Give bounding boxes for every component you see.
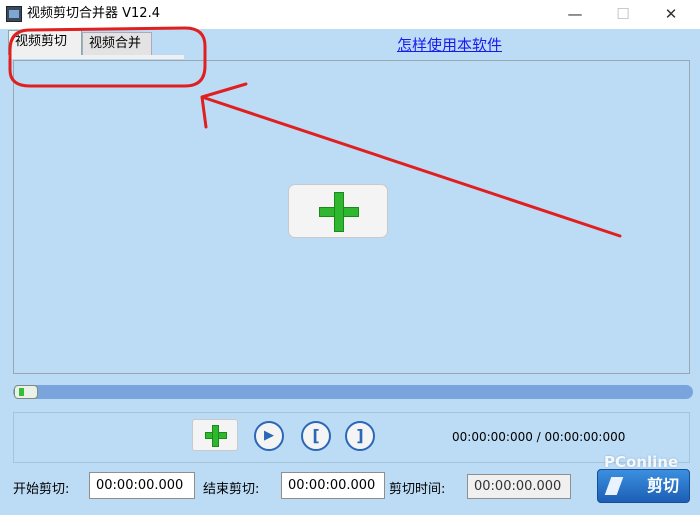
annotation-outline	[8, 26, 207, 88]
annotation-overlay	[8, 26, 622, 238]
annotation-arrow	[200, 82, 622, 238]
